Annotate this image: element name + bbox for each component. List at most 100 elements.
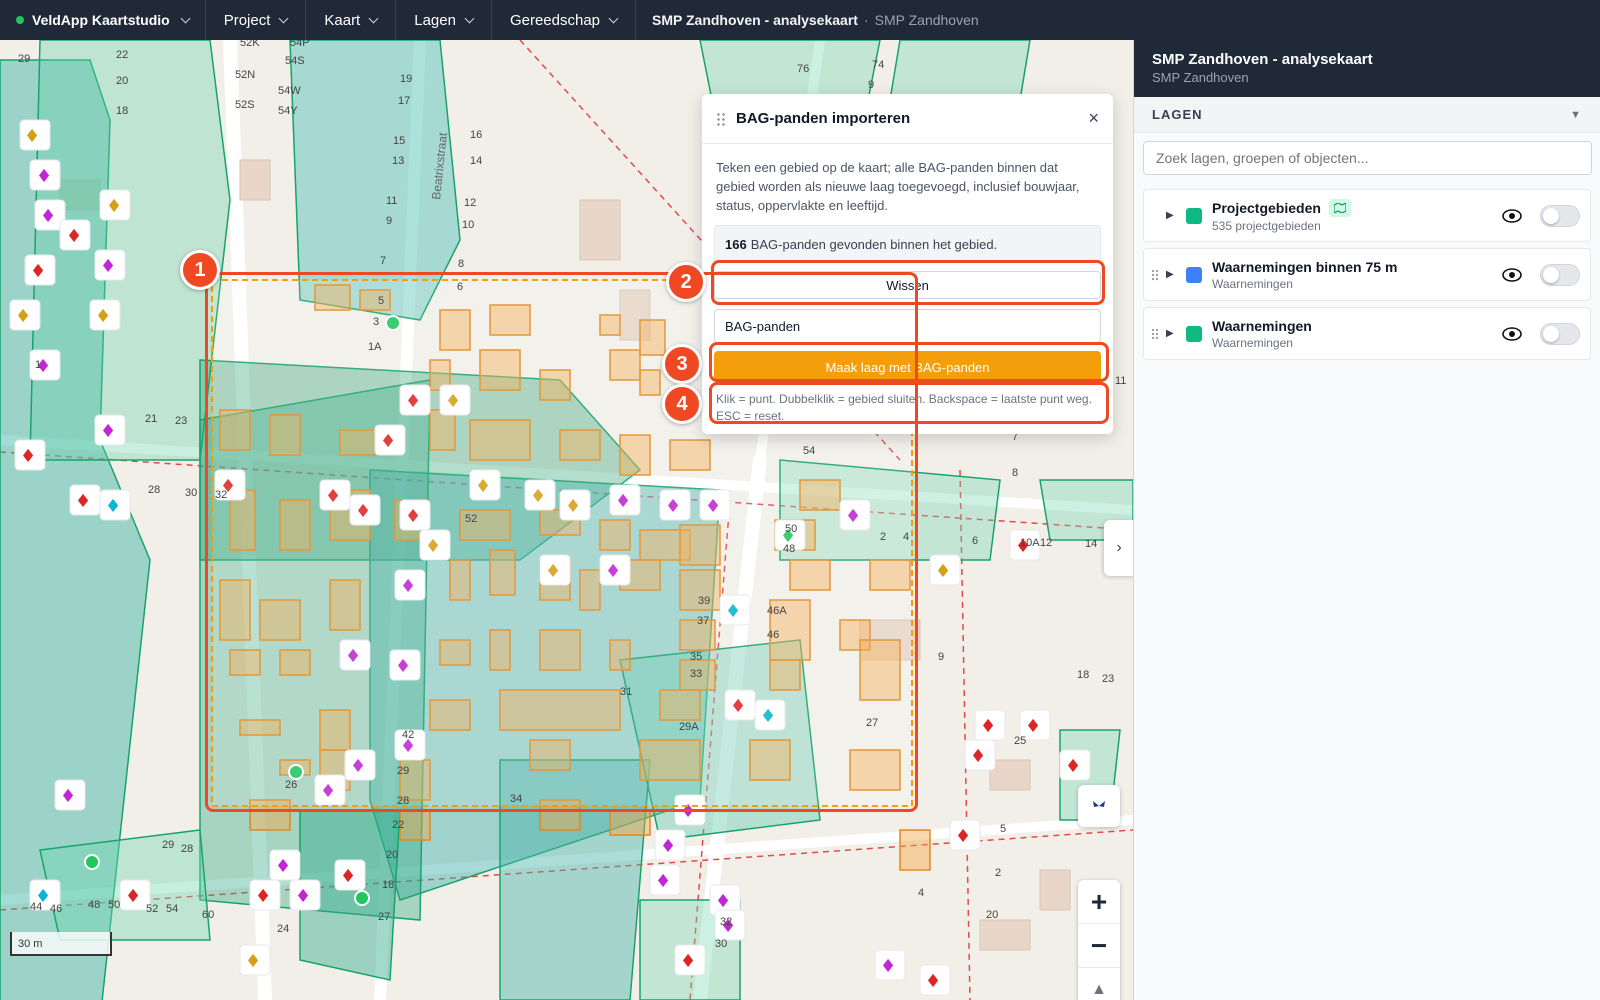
compass-button[interactable]: ▲ [1078,968,1120,1000]
layer-visibility-toggle[interactable] [1540,263,1580,286]
house-number: 12 [464,197,476,209]
house-number: 24 [277,923,289,935]
chevron-down-icon [180,13,191,23]
layer-subtitle: Waarnemingen [1212,276,1293,291]
sidebar-title: SMP Zandhoven - analysekaart [1152,51,1373,68]
house-number: 11 [386,195,397,207]
menu-project[interactable]: Project [206,0,307,40]
house-number: 6 [972,535,978,547]
layer-name-input[interactable] [714,309,1101,343]
house-number: 20 [986,909,998,921]
house-number: 46A [767,605,787,617]
layer-drag-handle-icon[interactable] [1144,308,1166,359]
svg-text:♦: ♦ [66,226,82,247]
house-number: 30 [185,487,197,499]
house-number: 46 [767,629,779,641]
house-number: 44 [30,901,42,913]
house-number: 7 [380,255,386,267]
layer-drag-spacer [1144,190,1166,241]
house-number: 8 [458,258,464,270]
house-number: 18 [382,879,394,891]
svg-text:♦: ♦ [30,261,46,282]
create-layer-button[interactable]: Maak laag met BAG-panden [714,351,1101,383]
layer-color-swatch [1186,266,1202,283]
bag-import-panel: BAG-panden importeren × Teken een gebied… [702,94,1113,434]
layer-icon-button[interactable] [1078,785,1120,827]
house-number: 27 [378,911,390,923]
house-number: 13 [392,155,404,167]
svg-text:♦: ♦ [245,951,261,972]
expand-triangle-icon[interactable]: ▶ [1166,269,1180,280]
house-number: 6 [457,281,463,293]
svg-text:♦: ♦ [95,306,111,327]
zoom-in-button[interactable]: + [1078,880,1120,924]
menu-lagen[interactable]: Lagen [396,0,492,40]
house-number: 21 [145,413,157,425]
layer-visibility-toggle[interactable] [1540,204,1580,227]
menu-kaart[interactable]: Kaart [306,0,397,40]
house-number: 3 [373,316,379,328]
layers-section-toggle[interactable]: LAGEN ▼ [1134,97,1600,133]
house-number: 52 [465,513,477,525]
expand-triangle-icon[interactable]: ▶ [1166,210,1180,221]
house-number: 12 [1040,537,1052,549]
layer-search-input[interactable] [1143,141,1592,175]
expand-triangle-icon[interactable]: ▶ [1166,328,1180,339]
brand-label: VeldApp Kaartstudio [32,12,170,28]
clear-button[interactable]: Wissen [714,271,1101,299]
eye-icon[interactable] [1492,267,1532,282]
callout-badge-1: 1 [180,250,220,290]
layer-row-waarnemingen-75m[interactable]: ▶ Waarnemingen binnen 75 m Waarnemingen [1143,248,1591,301]
house-number: 54P [290,40,310,49]
house-number: 27 [866,717,878,729]
house-number: 9 [386,215,392,227]
layer-row-projectgebieden[interactable]: ▶ Projectgebieden 535 projectgebieden [1143,189,1591,242]
svg-text:♦: ♦ [955,826,971,847]
house-number: 9 [868,79,874,91]
layer-subtitle: Waarnemingen [1212,335,1293,350]
svg-text:♦: ♦ [20,446,36,467]
butterfly-icon [1093,801,1105,807]
sidebar-subtitle: SMP Zandhoven [1152,70,1249,85]
close-icon[interactable]: × [1088,108,1099,129]
breadcrumb-separator: · [863,12,869,28]
house-number: 19 [400,73,412,85]
layer-subtitle: 535 projectgebieden [1212,218,1321,233]
house-number: 4 [903,531,909,543]
house-number: 5 [378,295,384,307]
house-number: 54 [166,903,178,915]
house-number: 11 [1115,375,1126,387]
drawing-hint: Klik = punt. Dubbelklik = gebied sluiten… [716,392,1092,423]
layer-row-waarnemingen[interactable]: ▶ Waarnemingen Waarnemingen [1143,307,1591,360]
svg-text:♦: ♦ [106,196,122,217]
scale-label: 30 m [18,938,43,950]
house-number: 2 [880,531,886,543]
house-number: 17 [398,95,410,107]
brand-menu[interactable]: VeldApp Kaartstudio [0,0,206,40]
layer-visibility-toggle[interactable] [1540,322,1580,345]
menu-gereedschap[interactable]: Gereedschap [492,0,637,40]
eye-icon[interactable] [1492,326,1532,341]
svg-text:♦: ♦ [125,886,141,907]
expand-sidebar-button[interactable]: › [1104,520,1133,576]
svg-text:♦: ♦ [655,871,671,892]
layer-drag-handle-icon[interactable] [1144,249,1166,300]
chevron-down-icon [608,13,619,23]
callout-badge-3: 3 [662,344,702,384]
house-number: 52 [146,903,158,915]
layer-color-swatch [1186,325,1202,342]
drag-handle-icon[interactable] [716,111,726,126]
svg-text:♦: ♦ [660,836,676,857]
house-number: 23 [1102,673,1114,685]
svg-text:♦: ♦ [880,956,896,977]
panel-header[interactable]: BAG-panden importeren × [702,94,1113,144]
breadcrumb: SMP Zandhoven - analysekaart · SMP Zandh… [636,12,979,28]
svg-text:♦: ♦ [15,306,31,327]
house-number: 48 [783,543,795,555]
eye-icon[interactable] [1492,208,1532,223]
found-count: 166 [725,236,747,252]
house-number: 50 [108,899,120,911]
map-icon [1328,198,1351,217]
zoom-out-button[interactable]: − [1078,924,1120,968]
callout-badge-4: 4 [662,384,702,424]
